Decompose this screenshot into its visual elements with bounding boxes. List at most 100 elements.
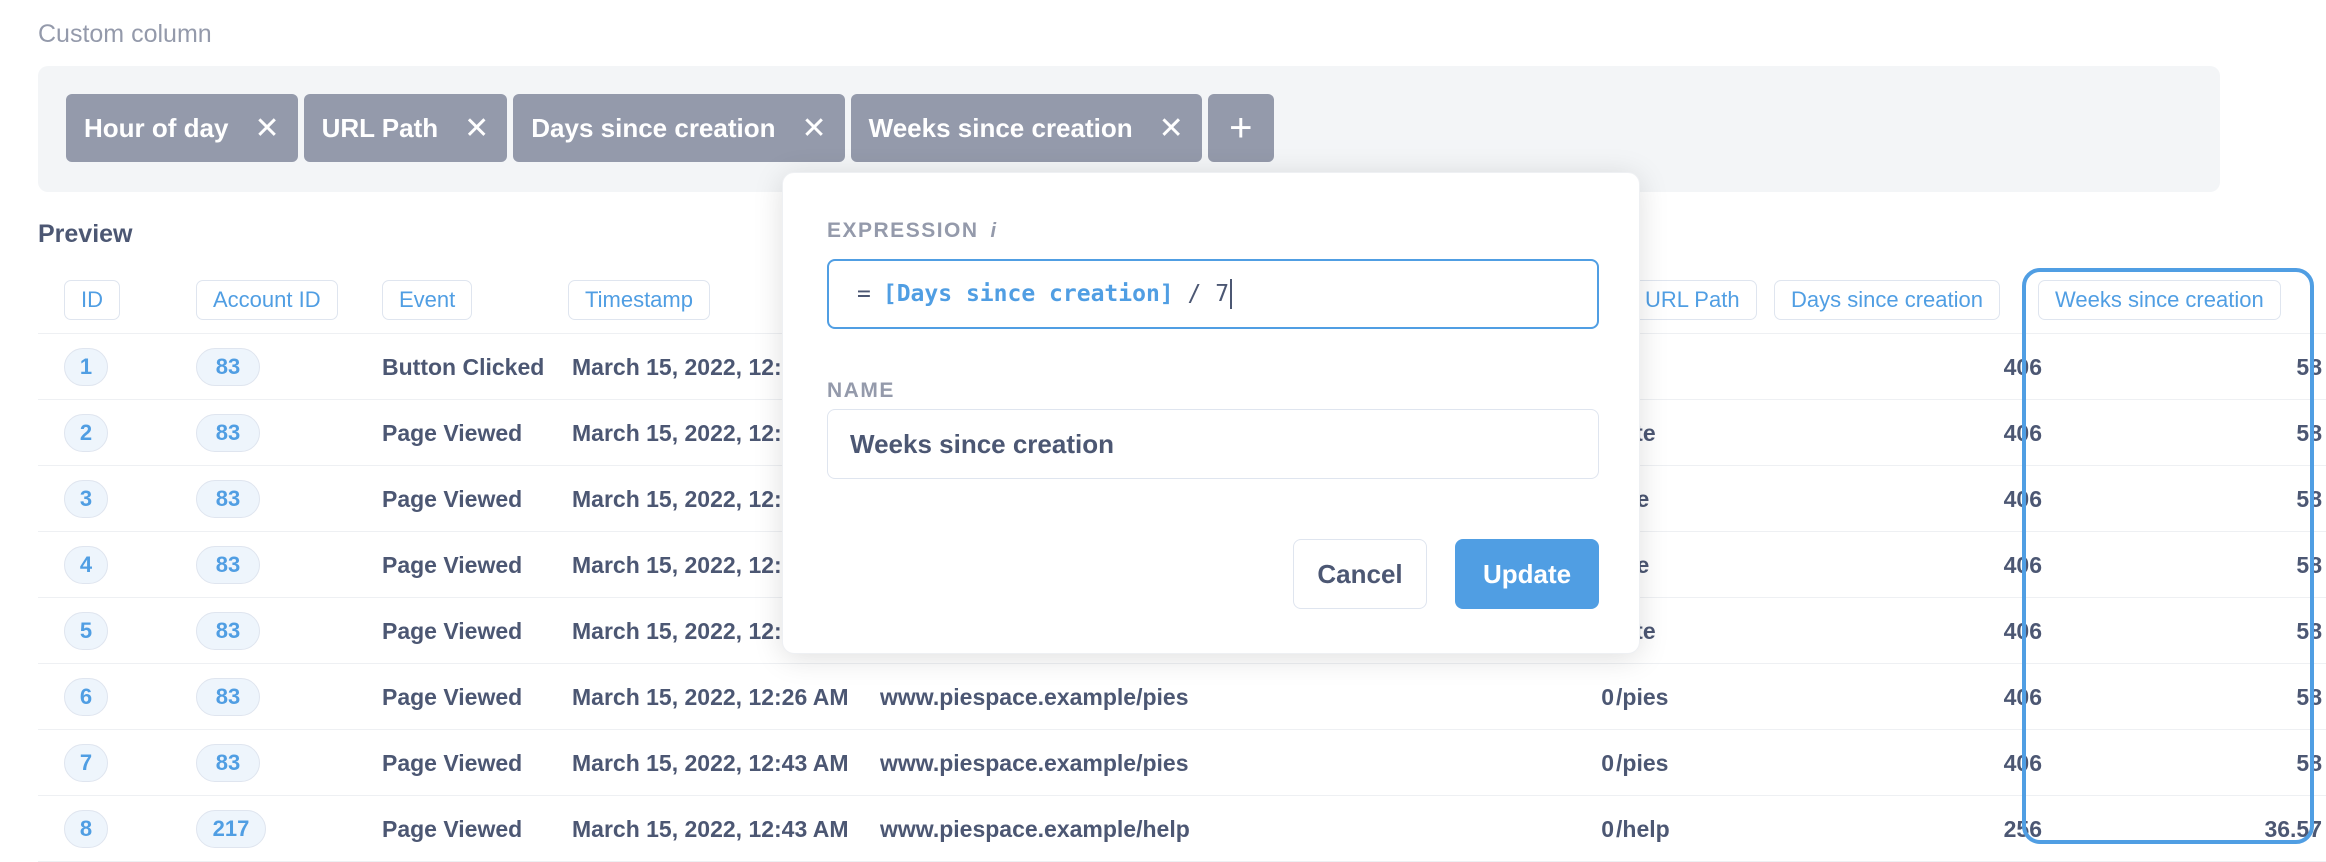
- days-cell: 406: [1798, 730, 2042, 796]
- account-id-link[interactable]: 83: [196, 744, 260, 782]
- cell-text: 256: [2003, 815, 2042, 842]
- account-id-link[interactable]: 83: [196, 612, 260, 650]
- close-icon[interactable]: ✕: [464, 111, 489, 146]
- id-link[interactable]: 8: [64, 810, 108, 848]
- cell-text: 58: [2296, 551, 2322, 578]
- column-header-id[interactable]: ID: [64, 280, 120, 320]
- id-cell: 3: [64, 466, 108, 532]
- cell-text: www.piespace.example/pies: [880, 749, 1189, 776]
- id-link[interactable]: 2: [64, 414, 108, 452]
- table-row: 7 83 Page Viewed March 15, 2022, 12:43 AM ww…: [38, 730, 2326, 796]
- weeks-cell: 58: [2078, 466, 2322, 532]
- account-id-link[interactable]: 83: [196, 348, 260, 386]
- plus-icon: +: [1229, 105, 1253, 150]
- url-path-cell: /pies: [1616, 664, 1668, 730]
- cell-text: Page Viewed: [382, 683, 523, 710]
- account-id-cell: 83: [196, 598, 260, 664]
- cell-text: /pies: [1616, 683, 1669, 710]
- event-cell: Button Clicked: [382, 334, 544, 400]
- id-cell: 4: [64, 532, 108, 598]
- column-header-event[interactable]: Event: [382, 280, 473, 320]
- account-id-link[interactable]: 83: [196, 480, 260, 518]
- close-icon[interactable]: ✕: [1159, 111, 1184, 146]
- column-header-url-path[interactable]: URL Path: [1628, 280, 1757, 320]
- id-link[interactable]: 7: [64, 744, 108, 782]
- column-chip[interactable]: Days since creation ✕: [513, 94, 845, 162]
- event-cell: Page Viewed: [382, 466, 522, 532]
- update-button[interactable]: Update: [1455, 539, 1599, 609]
- cell-text: 0: [1601, 683, 1614, 710]
- timestamp-cell: March 15, 2022, 12:2: [572, 532, 794, 598]
- days-cell: 256: [1798, 796, 2042, 862]
- days-cell: 406: [1798, 400, 2042, 466]
- cell-text: Page Viewed: [382, 551, 523, 578]
- account-id-link[interactable]: 217: [196, 810, 266, 848]
- column-header-timestamp[interactable]: Timestamp: [568, 280, 710, 320]
- text-caret: [1230, 279, 1233, 309]
- close-icon[interactable]: ✕: [802, 111, 827, 146]
- account-id-cell: 83: [196, 532, 260, 598]
- cell-text: March 15, 2022, 12:43 AM: [572, 815, 849, 842]
- column-chip[interactable]: Hour of day ✕: [66, 94, 298, 162]
- column-chip[interactable]: URL Path ✕: [303, 94, 508, 162]
- id-link[interactable]: 1: [64, 348, 108, 386]
- name-input[interactable]: Weeks since creation: [827, 409, 1599, 479]
- id-cell: 2: [64, 400, 108, 466]
- column-header-days-since-creation[interactable]: Days since creation: [1774, 280, 2000, 320]
- timestamp-cell: March 15, 2022, 12:2: [572, 466, 794, 532]
- hour-cell: 0: [1238, 730, 1614, 796]
- cell-text: 406: [2003, 749, 2042, 776]
- cell-text: 36.57: [2264, 815, 2322, 842]
- account-id-link[interactable]: 83: [196, 678, 260, 716]
- url-cell: www.piespace.example/pies: [880, 664, 1189, 730]
- id-link[interactable]: 3: [64, 480, 108, 518]
- days-cell: 406: [1798, 598, 2042, 664]
- weeks-cell: 58: [2078, 730, 2322, 796]
- close-icon[interactable]: ✕: [254, 111, 279, 146]
- expression-input[interactable]: = [Days since creation] / 7: [827, 259, 1599, 329]
- id-link[interactable]: 5: [64, 612, 108, 650]
- cell-text: Page Viewed: [382, 749, 523, 776]
- timestamp-cell: March 15, 2022, 12:43 AM: [572, 796, 849, 862]
- cell-text: Page Viewed: [382, 617, 523, 644]
- table-row: 6 83 Page Viewed March 15, 2022, 12:26 AM ww…: [38, 664, 2326, 730]
- account-id-cell: 217: [196, 796, 266, 862]
- id-link[interactable]: 4: [64, 546, 108, 584]
- cell-text: 406: [2003, 683, 2042, 710]
- id-cell: 7: [64, 730, 108, 796]
- id-link[interactable]: 6: [64, 678, 108, 716]
- cell-text: /help: [1616, 815, 1670, 842]
- cell-text: 0: [1601, 749, 1614, 776]
- cell-text: March 15, 2022, 12:26 AM: [572, 683, 849, 710]
- url-path-cell: /help: [1616, 796, 1670, 862]
- account-id-link[interactable]: 83: [196, 414, 260, 452]
- event-cell: Page Viewed: [382, 664, 522, 730]
- weeks-cell: 58: [2078, 400, 2322, 466]
- cell-text: Page Viewed: [382, 485, 523, 512]
- column-chip[interactable]: Weeks since creation ✕: [850, 94, 1202, 162]
- cell-text: /pies: [1616, 749, 1669, 776]
- cancel-button[interactable]: Cancel: [1293, 539, 1427, 609]
- days-cell: 406: [1798, 664, 2042, 730]
- cell-text: Button Clicked: [382, 353, 545, 380]
- account-id-link[interactable]: 83: [196, 546, 260, 584]
- info-icon[interactable]: i: [991, 220, 997, 243]
- account-id-cell: 83: [196, 466, 260, 532]
- url-cell: www.piespace.example/help: [880, 796, 1190, 862]
- timestamp-cell: March 15, 2022, 12:26 AM: [572, 664, 849, 730]
- days-cell: 406: [1798, 532, 2042, 598]
- cell-text: Page Viewed: [382, 419, 523, 446]
- chip-label: Hour of day: [84, 112, 229, 143]
- cell-text: www.piespace.example/pies: [880, 683, 1189, 710]
- url-path-cell: /pies: [1616, 730, 1668, 796]
- cell-text: 58: [2296, 749, 2322, 776]
- timestamp-cell: March 15, 2022, 12:2: [572, 400, 794, 466]
- chip-label: Days since creation: [531, 112, 776, 143]
- cell-text: March 15, 2022, 12:2: [572, 485, 795, 512]
- column-header-account-id[interactable]: Account ID: [196, 280, 338, 320]
- add-column-button[interactable]: +: [1207, 94, 1274, 162]
- name-label: NAME: [827, 379, 895, 402]
- days-cell: 406: [1798, 466, 2042, 532]
- chip-list: Hour of day ✕ URL Path ✕ Days since creation…: [66, 94, 1274, 162]
- column-header-weeks-since-creation[interactable]: Weeks since creation: [2038, 280, 2281, 320]
